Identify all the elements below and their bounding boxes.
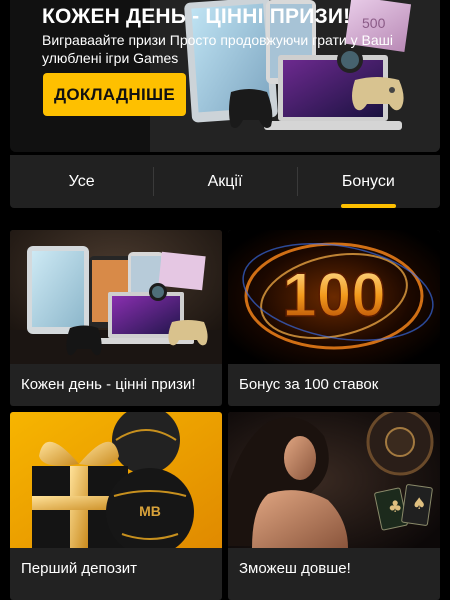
card-label: Перший депозит [21,560,137,577]
promo-tabs: Усе Акції Бонуси [10,155,440,208]
image-text-100: 100 [282,261,385,330]
hero-title: КОЖЕН ДЕНЬ - ЦІННІ ПРИЗИ! [42,5,351,28]
card-label: Кожен день - цінні призи! [21,376,196,393]
promo-card-100-bets[interactable]: 100 Бонус за 100 ставок [228,230,440,406]
tab-bonuses[interactable]: Бонуси [296,155,440,208]
gift-box-ball-image: MB [10,412,222,548]
promo-card-first-deposit[interactable]: MB Перший депозит [10,412,222,600]
svg-text:♣: ♣ [388,497,402,516]
card-label: Бонус за 100 ставок [239,376,379,393]
svg-text:♠: ♠ [412,494,426,513]
svg-text:500: 500 [362,15,386,31]
tab-all[interactable]: Усе [10,155,153,208]
promo-card-play-longer[interactable]: ♣ ♠ Зможеш довше! [228,412,440,600]
promo-card-daily-prizes[interactable]: Кожен день - цінні призи! [10,230,222,406]
hero-subtitle: Виграваайте призи Просто продовжуючи гра… [42,32,393,66]
card-label: Зможеш довше! [239,560,351,577]
fiery-100-image: 100 [228,230,440,364]
woman-casino-image: ♣ ♠ [228,412,440,548]
details-button[interactable]: ДОКЛАДНІШЕ [43,73,186,116]
svg-text:MB: MB [139,503,161,519]
gadgets-prize-image [10,230,222,364]
tab-promotions[interactable]: Акції [153,155,296,208]
hero-banner[interactable]: 500 КОЖЕН ДЕНЬ - ЦІННІ ПРИЗИ! Виграваайт… [10,0,440,152]
